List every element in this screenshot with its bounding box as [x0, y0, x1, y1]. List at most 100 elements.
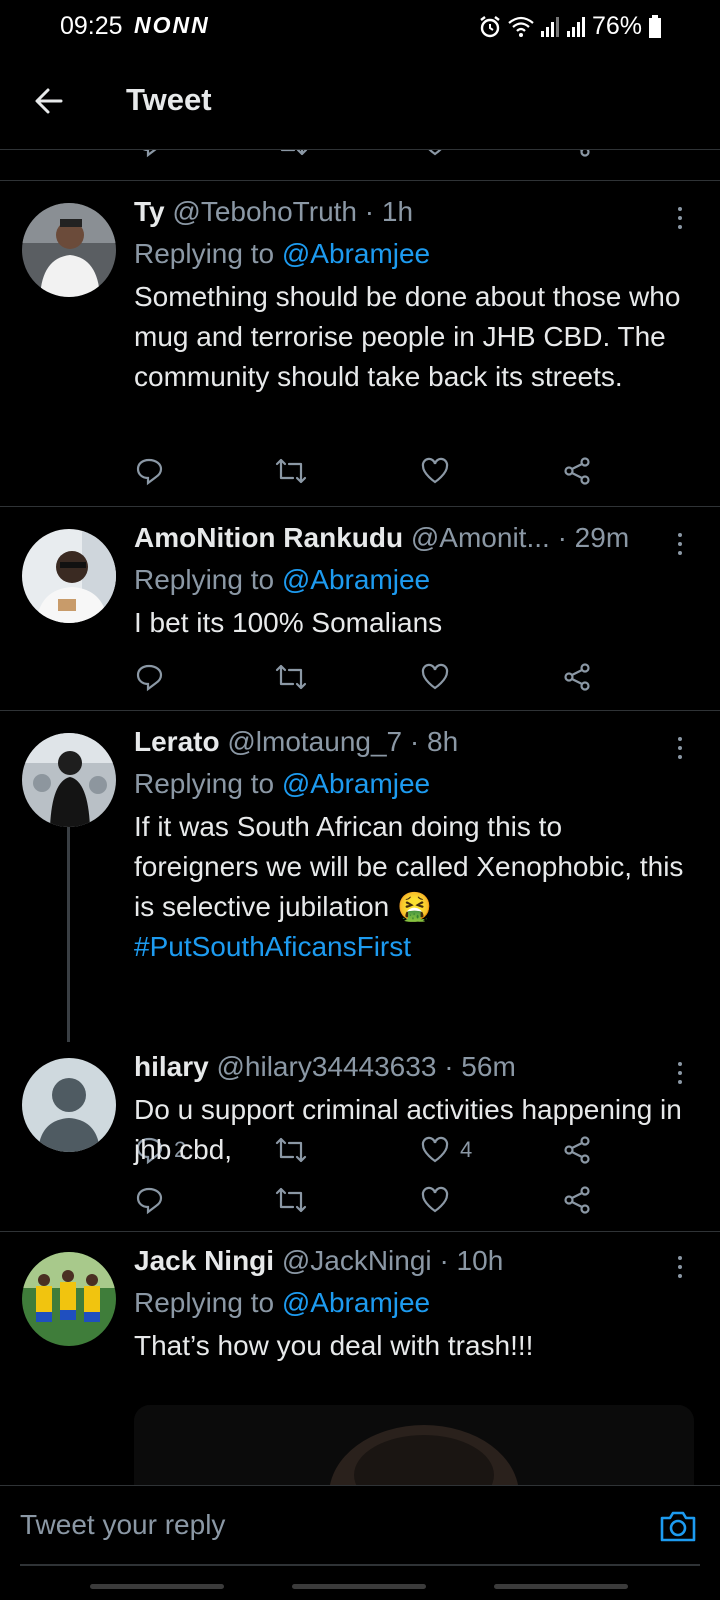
share-button[interactable] — [562, 1182, 592, 1218]
tweet-text: Something should be done about those who… — [134, 281, 681, 392]
tweet-header: hilary @hilary34443633 · 56m — [134, 1050, 690, 1084]
share-icon[interactable] — [562, 150, 592, 158]
status-bar: 09:25 NONN 76% — [0, 0, 720, 52]
tweet-content: AmoNition Rankudu @Amonit... · 29m Reply… — [134, 521, 690, 643]
tweet-time: 10h — [456, 1245, 504, 1276]
reply-button[interactable] — [134, 1182, 174, 1218]
reply-button[interactable] — [134, 453, 174, 489]
heart-icon — [421, 663, 449, 690]
system-nav-bar — [0, 1565, 720, 1600]
retweet-icon — [275, 458, 307, 484]
action-row — [134, 453, 634, 489]
avatar[interactable] — [22, 1252, 116, 1346]
avatar[interactable] — [22, 529, 116, 623]
more-options-button[interactable] — [670, 1252, 690, 1282]
retweet-icon — [275, 664, 307, 690]
tweet-time: 8h — [427, 726, 459, 757]
display-name[interactable]: Lerato — [134, 726, 220, 757]
avatar[interactable] — [22, 1058, 116, 1152]
page-title: Tweet — [126, 82, 212, 117]
tweet-item[interactable]: hilary @hilary34443633 · 56m Do u suppor… — [0, 1040, 720, 1231]
tweet-feed[interactable]: Ty @TebohoTruth · 1h Replying to @Abramj… — [0, 150, 720, 1485]
tweet-header: Jack Ningi @JackNingi · 10h — [134, 1244, 690, 1278]
separator-dot: · — [364, 196, 375, 227]
tweet-time: 1h — [381, 196, 414, 227]
wifi-icon — [508, 16, 534, 37]
retweet-button[interactable] — [274, 659, 308, 695]
separator-dot: · — [444, 1051, 454, 1082]
avatar[interactable] — [22, 203, 116, 297]
display-name[interactable]: hilary — [134, 1051, 209, 1082]
replying-to-handle[interactable]: @Abramjee — [282, 564, 430, 595]
tweet-item[interactable]: Lerato @lmotaung_7 · 8h Replying to @Abr… — [0, 711, 720, 1165]
retweet-icon[interactable] — [275, 150, 309, 158]
signal-icon-2 — [566, 16, 585, 37]
replying-to-handle[interactable]: @Abramjee — [282, 1287, 430, 1318]
heart-icon — [421, 1186, 449, 1213]
tweet-content: hilary @hilary34443633 · 56m Do u suppor… — [134, 1050, 690, 1170]
user-handle[interactable]: @Amonit... — [411, 522, 550, 553]
replying-to: Replying to @Abramjee — [134, 563, 690, 597]
back-button[interactable] — [28, 80, 70, 122]
more-vertical-icon — [678, 1062, 682, 1066]
nav-back[interactable] — [494, 1584, 628, 1589]
retweet-button[interactable] — [274, 453, 308, 489]
replying-to-handle[interactable]: @Abramjee — [282, 238, 430, 269]
like-button[interactable] — [420, 659, 460, 695]
tweet-content: Jack Ningi @JackNingi · 10h Replying to … — [134, 1244, 690, 1366]
more-options-button[interactable] — [670, 203, 690, 233]
more-vertical-icon — [678, 533, 682, 537]
tweet-content: Lerato @lmotaung_7 · 8h Replying to @Abr… — [134, 725, 690, 967]
tweet-text: That’s how you deal with trash!!! — [134, 1330, 534, 1361]
share-button[interactable] — [562, 659, 592, 695]
nav-home[interactable] — [292, 1584, 426, 1589]
tweet-media[interactable] — [134, 1405, 694, 1485]
tweet-time: 29m — [574, 522, 630, 553]
more-options-button[interactable] — [670, 733, 690, 763]
tweet-item[interactable]: AmoNition Rankudu @Amonit... · 29m Reply… — [0, 507, 720, 710]
like-button[interactable] — [420, 1182, 460, 1218]
replying-to: Replying to @Abramjee — [134, 767, 690, 801]
retweet-icon — [275, 1187, 307, 1213]
user-handle[interactable]: @lmotaung_7 — [227, 726, 402, 757]
display-name[interactable]: Jack Ningi — [134, 1245, 274, 1276]
heart-icon — [421, 457, 449, 484]
user-handle[interactable]: @hilary34443633 — [216, 1051, 436, 1082]
replying-to: Replying to @Abramjee — [134, 237, 690, 271]
heart-icon[interactable] — [420, 150, 450, 158]
more-options-button[interactable] — [670, 1058, 690, 1088]
more-options-button[interactable] — [670, 529, 690, 559]
display-name[interactable]: AmoNition Rankudu — [134, 522, 403, 553]
tweet-time: 56m — [461, 1051, 516, 1082]
battery-percent: 76% — [591, 12, 642, 40]
user-handle[interactable]: @TebohoTruth — [172, 196, 357, 227]
reply-icon[interactable] — [134, 150, 164, 158]
alarm-icon — [480, 15, 500, 37]
nav-recents[interactable] — [90, 1584, 224, 1589]
separator-dot: · — [439, 1245, 449, 1276]
display-name[interactable]: Ty — [134, 196, 165, 227]
replying-to-handle[interactable]: @Abramjee — [282, 768, 430, 799]
tweet-header: AmoNition Rankudu @Amonit... · 29m — [134, 521, 690, 555]
tweet-item[interactable]: Jack Ningi @JackNingi · 10h Replying to … — [0, 1232, 720, 1485]
tweet-text: I bet its 100% Somalians — [134, 607, 443, 638]
avatar[interactable] — [22, 733, 116, 827]
replying-to-label: Replying to — [134, 238, 275, 269]
tweet-text: If it was South African doing this to fo… — [134, 807, 690, 967]
reply-composer — [0, 1485, 720, 1566]
hashtag-link[interactable]: #PutSouthAficansFirst — [134, 927, 690, 967]
share-icon — [564, 457, 590, 485]
like-button[interactable] — [420, 453, 460, 489]
share-icon — [564, 663, 590, 691]
action-row — [134, 659, 634, 695]
status-time: 09:25 — [60, 12, 123, 40]
user-handle[interactable]: @JackNingi — [282, 1245, 432, 1276]
reply-input[interactable] — [20, 1486, 600, 1564]
reply-button[interactable] — [134, 659, 174, 695]
more-vertical-icon — [678, 207, 682, 211]
signal-icon — [540, 16, 559, 37]
share-button[interactable] — [562, 453, 592, 489]
tweet-item[interactable]: Ty @TebohoTruth · 1h Replying to @Abramj… — [0, 181, 720, 506]
retweet-button[interactable] — [274, 1182, 308, 1218]
camera-button[interactable] — [658, 1506, 698, 1546]
